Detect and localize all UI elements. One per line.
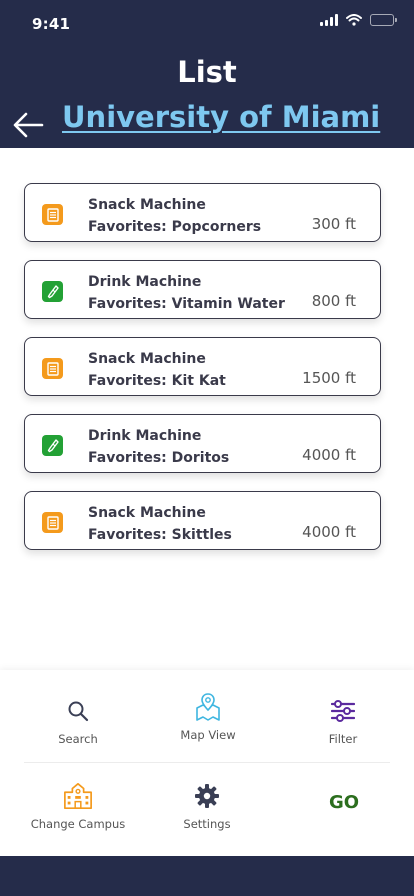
filter-label: Filter (328, 732, 358, 746)
snack-machine-icon (42, 204, 63, 225)
map-view-button[interactable]: Map View (143, 692, 273, 742)
settings-button[interactable]: Settings (142, 781, 272, 831)
machine-favorites: Favorites: Doritos (88, 450, 230, 466)
machine-favorites: Favorites: Kit Kat (88, 373, 226, 389)
change-campus-label: Change Campus (30, 817, 126, 831)
machine-favorites: Favorites: Skittles (88, 527, 232, 543)
change-campus-button[interactable]: Change Campus (13, 781, 143, 831)
wifi-icon (346, 14, 362, 26)
filter-button[interactable]: Filter (278, 696, 408, 746)
bottom-bar (0, 856, 414, 896)
machine-type: Snack Machine (88, 197, 206, 213)
school-building-icon (63, 781, 93, 811)
snack-machine-icon (42, 358, 63, 379)
machine-type: Snack Machine (88, 505, 206, 521)
machine-type: Drink Machine (88, 428, 202, 444)
drink-machine-icon (42, 435, 63, 456)
cellular-signal-icon (320, 14, 338, 26)
nav-divider (24, 762, 390, 763)
map-pin-icon (193, 692, 223, 722)
machine-distance: 800 ft (311, 292, 356, 310)
status-time: 9:41 (32, 15, 71, 33)
machine-distance: 4000 ft (302, 446, 356, 464)
machine-distance: 1500 ft (302, 369, 356, 387)
back-arrow-icon[interactable] (12, 111, 44, 139)
battery-icon (370, 14, 397, 26)
search-label: Search (58, 732, 98, 746)
go-button[interactable]: GO (279, 788, 409, 818)
bottom-navigation: Search Map View Filter Change Campus Set… (0, 670, 414, 856)
map-view-label: Map View (180, 728, 236, 742)
search-button[interactable]: Search (13, 696, 143, 746)
machine-card[interactable]: Snack Machine Favorites: Skittles 4000 f… (24, 491, 381, 550)
machine-list: Snack Machine Favorites: Popcorners 300 … (24, 183, 381, 568)
machine-card[interactable]: Drink Machine Favorites: Vitamin Water 8… (24, 260, 381, 319)
drink-machine-icon (42, 281, 63, 302)
snack-machine-icon (42, 512, 63, 533)
go-label: GO (328, 792, 360, 813)
machine-card[interactable]: Snack Machine Favorites: Popcorners 300 … (24, 183, 381, 242)
search-icon (63, 696, 93, 726)
machine-distance: 300 ft (311, 215, 356, 233)
machine-favorites: Favorites: Vitamin Water (88, 296, 285, 312)
machine-favorites: Favorites: Popcorners (88, 219, 262, 235)
settings-label: Settings (183, 817, 231, 831)
filter-sliders-icon (328, 696, 358, 726)
header: 9:41 List University of Miami (0, 0, 414, 148)
machine-card[interactable]: Drink Machine Favorites: Doritos 4000 ft (24, 414, 381, 473)
machine-type: Drink Machine (88, 274, 202, 290)
machine-type: Snack Machine (88, 351, 206, 367)
machine-distance: 4000 ft (302, 523, 356, 541)
status-icons (320, 14, 397, 26)
page-title: List (177, 55, 237, 89)
gear-icon (192, 781, 222, 811)
campus-link[interactable]: University of Miami (62, 100, 380, 134)
machine-card[interactable]: Snack Machine Favorites: Kit Kat 1500 ft (24, 337, 381, 396)
